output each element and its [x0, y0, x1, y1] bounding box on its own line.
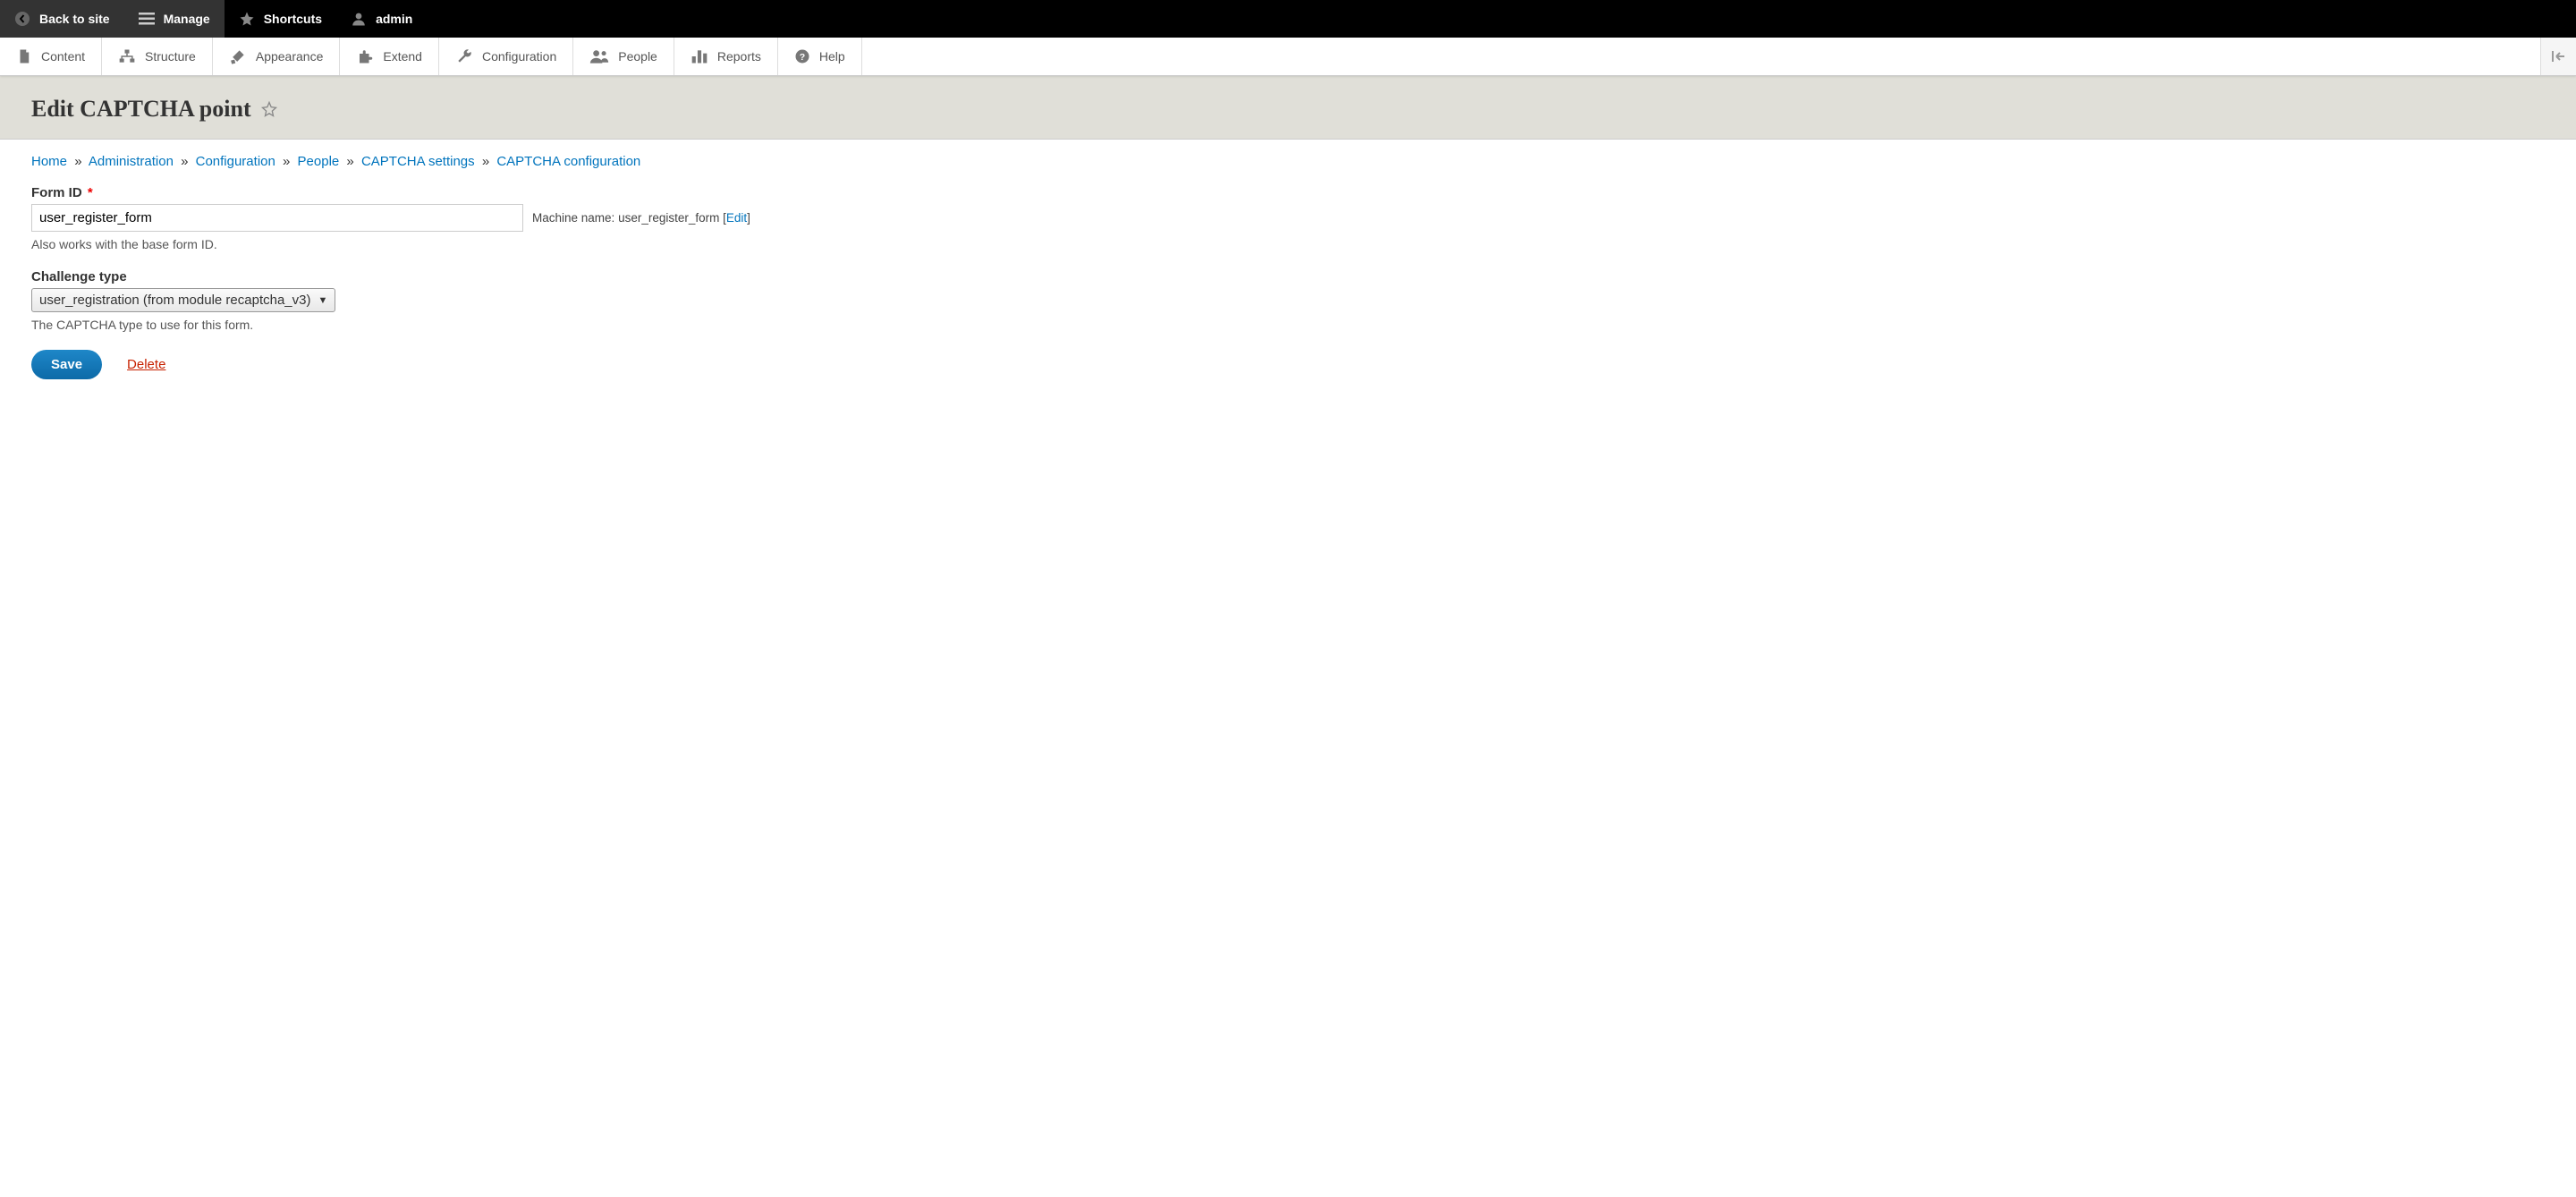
machine-name-value: user_register_form — [618, 211, 719, 225]
delete-link[interactable]: Delete — [127, 357, 165, 372]
svg-text:?: ? — [800, 52, 805, 63]
menu-extend-label: Extend — [383, 49, 422, 64]
breadcrumb-administration[interactable]: Administration — [89, 154, 174, 169]
menu-help[interactable]: ? Help — [778, 38, 862, 75]
menu-people[interactable]: People — [573, 38, 674, 75]
menu-structure-label: Structure — [145, 49, 196, 64]
breadcrumb-captcha-settings[interactable]: CAPTCHA settings — [361, 154, 475, 169]
form-actions: Save Delete — [31, 350, 2545, 379]
breadcrumb-captcha-configuration[interactable]: CAPTCHA configuration — [496, 154, 640, 169]
toolbar-top: Back to site Manage Shortcuts admin — [0, 0, 2576, 38]
breadcrumb-separator: » — [283, 154, 290, 169]
menu-reports-label: Reports — [717, 49, 761, 64]
manage-tab[interactable]: Manage — [124, 0, 225, 38]
menu-content[interactable]: Content — [0, 38, 102, 75]
breadcrumb-configuration[interactable]: Configuration — [196, 154, 275, 169]
admin-menu: Content Structure Appearance Extend Conf… — [0, 38, 2576, 76]
chevron-down-icon: ▼ — [318, 295, 327, 306]
puzzle-icon — [356, 48, 374, 64]
menu-configuration-label: Configuration — [482, 49, 556, 64]
save-button[interactable]: Save — [31, 350, 102, 379]
form-id-input[interactable] — [31, 204, 523, 232]
user-icon — [351, 11, 367, 27]
breadcrumb-separator: » — [181, 154, 188, 169]
wrench-icon — [455, 47, 473, 65]
form-id-item: Form ID * Machine name: user_register_fo… — [31, 185, 2545, 251]
form-id-label-text: Form ID — [31, 185, 82, 200]
toolbar-orientation-toggle[interactable] — [2540, 38, 2576, 75]
menu-content-label: Content — [41, 49, 85, 64]
structure-icon — [118, 48, 136, 64]
star-icon — [239, 11, 255, 27]
form-region: Form ID * Machine name: user_register_fo… — [0, 185, 2576, 406]
breadcrumb-home[interactable]: Home — [31, 154, 67, 169]
menu-configuration[interactable]: Configuration — [439, 38, 573, 75]
required-indicator: * — [88, 185, 93, 200]
form-id-description: Also works with the base form ID. — [31, 237, 2545, 251]
menu-appearance[interactable]: Appearance — [213, 38, 341, 75]
machine-name-edit-wrap: [Edit] — [723, 211, 750, 225]
challenge-type-select[interactable]: user_registration (from module recaptcha… — [31, 288, 335, 312]
bar-chart-icon — [691, 48, 708, 64]
chevron-left-icon — [14, 11, 30, 27]
menu-people-label: People — [618, 49, 657, 64]
challenge-type-item: Challenge type user_registration (from m… — [31, 269, 2545, 332]
menu-appearance-label: Appearance — [256, 49, 324, 64]
machine-name-edit-link[interactable]: Edit — [726, 211, 747, 225]
page-title-region: Edit CAPTCHA point — [0, 76, 2576, 140]
menu-reports[interactable]: Reports — [674, 38, 778, 75]
machine-name-display: Machine name: user_register_form [Edit] — [532, 211, 750, 225]
page-title-text: Edit CAPTCHA point — [31, 96, 251, 123]
document-icon — [16, 48, 32, 64]
menu-extend[interactable]: Extend — [340, 38, 439, 75]
form-id-label: Form ID * — [31, 185, 2545, 200]
breadcrumb-separator: » — [482, 154, 489, 169]
menu-icon — [139, 13, 155, 25]
breadcrumb-separator: » — [346, 154, 353, 169]
user-label: admin — [376, 12, 412, 26]
favorite-toggle-icon[interactable] — [260, 100, 278, 118]
paintbrush-icon — [229, 47, 247, 65]
back-to-site-label: Back to site — [39, 12, 110, 26]
breadcrumb: Home » Administration » Configuration » … — [0, 140, 2576, 185]
challenge-type-value: user_registration (from module recaptcha… — [39, 293, 310, 308]
arrow-left-icon — [2552, 50, 2566, 63]
user-tab[interactable]: admin — [336, 0, 427, 38]
manage-label: Manage — [164, 12, 210, 26]
help-icon: ? — [794, 48, 810, 64]
menu-help-label: Help — [819, 49, 845, 64]
people-icon — [589, 48, 609, 64]
breadcrumb-separator: » — [74, 154, 81, 169]
challenge-type-description: The CAPTCHA type to use for this form. — [31, 318, 2545, 332]
machine-name-label: Machine name: — [532, 211, 614, 225]
breadcrumb-people[interactable]: People — [298, 154, 340, 169]
shortcuts-tab[interactable]: Shortcuts — [225, 0, 336, 38]
challenge-type-label: Challenge type — [31, 269, 2545, 284]
shortcuts-label: Shortcuts — [264, 12, 322, 26]
back-to-site-link[interactable]: Back to site — [0, 0, 124, 38]
page-title: Edit CAPTCHA point — [31, 96, 278, 123]
menu-structure[interactable]: Structure — [102, 38, 213, 75]
